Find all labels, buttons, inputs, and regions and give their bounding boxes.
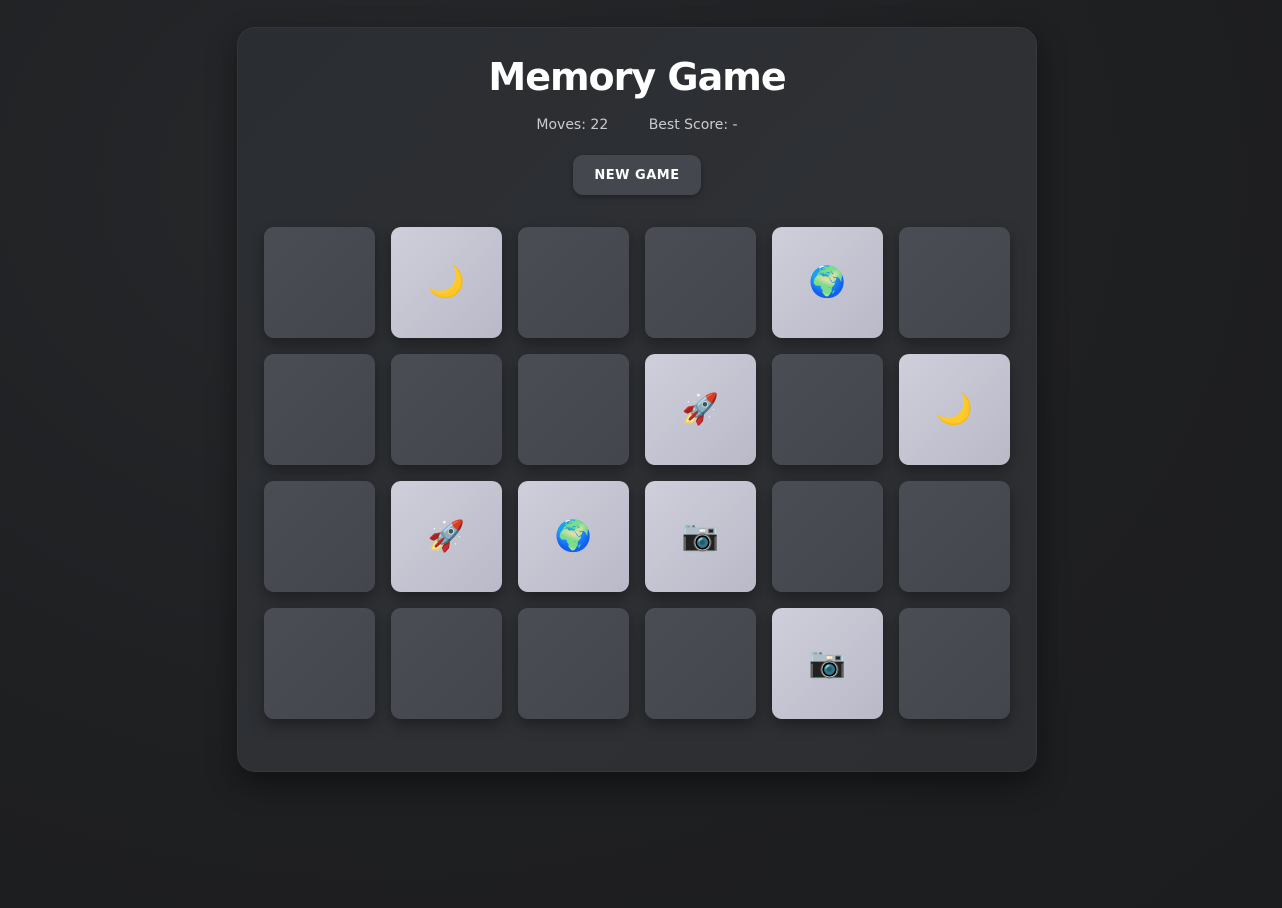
card-face-up[interactable]: 🌍 [518,481,629,592]
globe-icon: 🌍 [808,264,847,300]
card-face-down[interactable] [391,354,502,465]
card-face-down[interactable] [264,354,375,465]
card-face-up[interactable]: 🌙 [391,227,502,338]
card-face-down[interactable] [264,481,375,592]
camera-icon: 📷 [681,518,720,554]
moon-icon: 🌙 [427,264,466,300]
card-face-down[interactable] [772,354,883,465]
card-face-down[interactable] [899,608,1010,719]
card-face-down[interactable] [899,481,1010,592]
card-face-down[interactable] [264,608,375,719]
moves-value: 22 [590,117,609,133]
moves-stat: Moves: 22 [536,117,608,133]
card-face-up[interactable]: 🌍 [772,227,883,338]
card-face-down[interactable] [518,608,629,719]
card-face-up[interactable]: 📷 [645,481,756,592]
card-face-down[interactable] [264,227,375,338]
rocket-icon: 🚀 [427,518,466,554]
card-face-down[interactable] [899,227,1010,338]
card-face-down[interactable] [645,608,756,719]
moves-label: Moves: [536,117,586,133]
best-score-label: Best Score: [648,117,729,133]
game-panel: Memory Game Moves: 22 Best Score: - NEW … [237,27,1037,772]
card-face-up[interactable]: 🌙 [899,354,1010,465]
card-face-up[interactable]: 🚀 [391,481,502,592]
card-face-up[interactable]: 🚀 [645,354,756,465]
moon-icon: 🌙 [935,391,974,427]
card-face-down[interactable] [518,227,629,338]
globe-icon: 🌍 [554,518,593,554]
card-face-up[interactable]: 📷 [772,608,883,719]
card-face-down[interactable] [391,608,502,719]
best-score-value: - [732,117,738,133]
new-game-button[interactable]: NEW GAME [573,155,701,195]
card-face-down[interactable] [645,227,756,338]
best-score-stat: Best Score: - [649,117,738,133]
card-face-down[interactable] [518,354,629,465]
rocket-icon: 🚀 [681,391,720,427]
stats-bar: Moves: 22 Best Score: - [237,117,1037,133]
card-face-down[interactable] [772,481,883,592]
page-title: Memory Game [488,55,786,99]
card-grid: 🌙 🌍 🚀 🌙 🚀 🌍 📷 📷 [264,227,1010,719]
camera-icon: 📷 [808,645,847,681]
